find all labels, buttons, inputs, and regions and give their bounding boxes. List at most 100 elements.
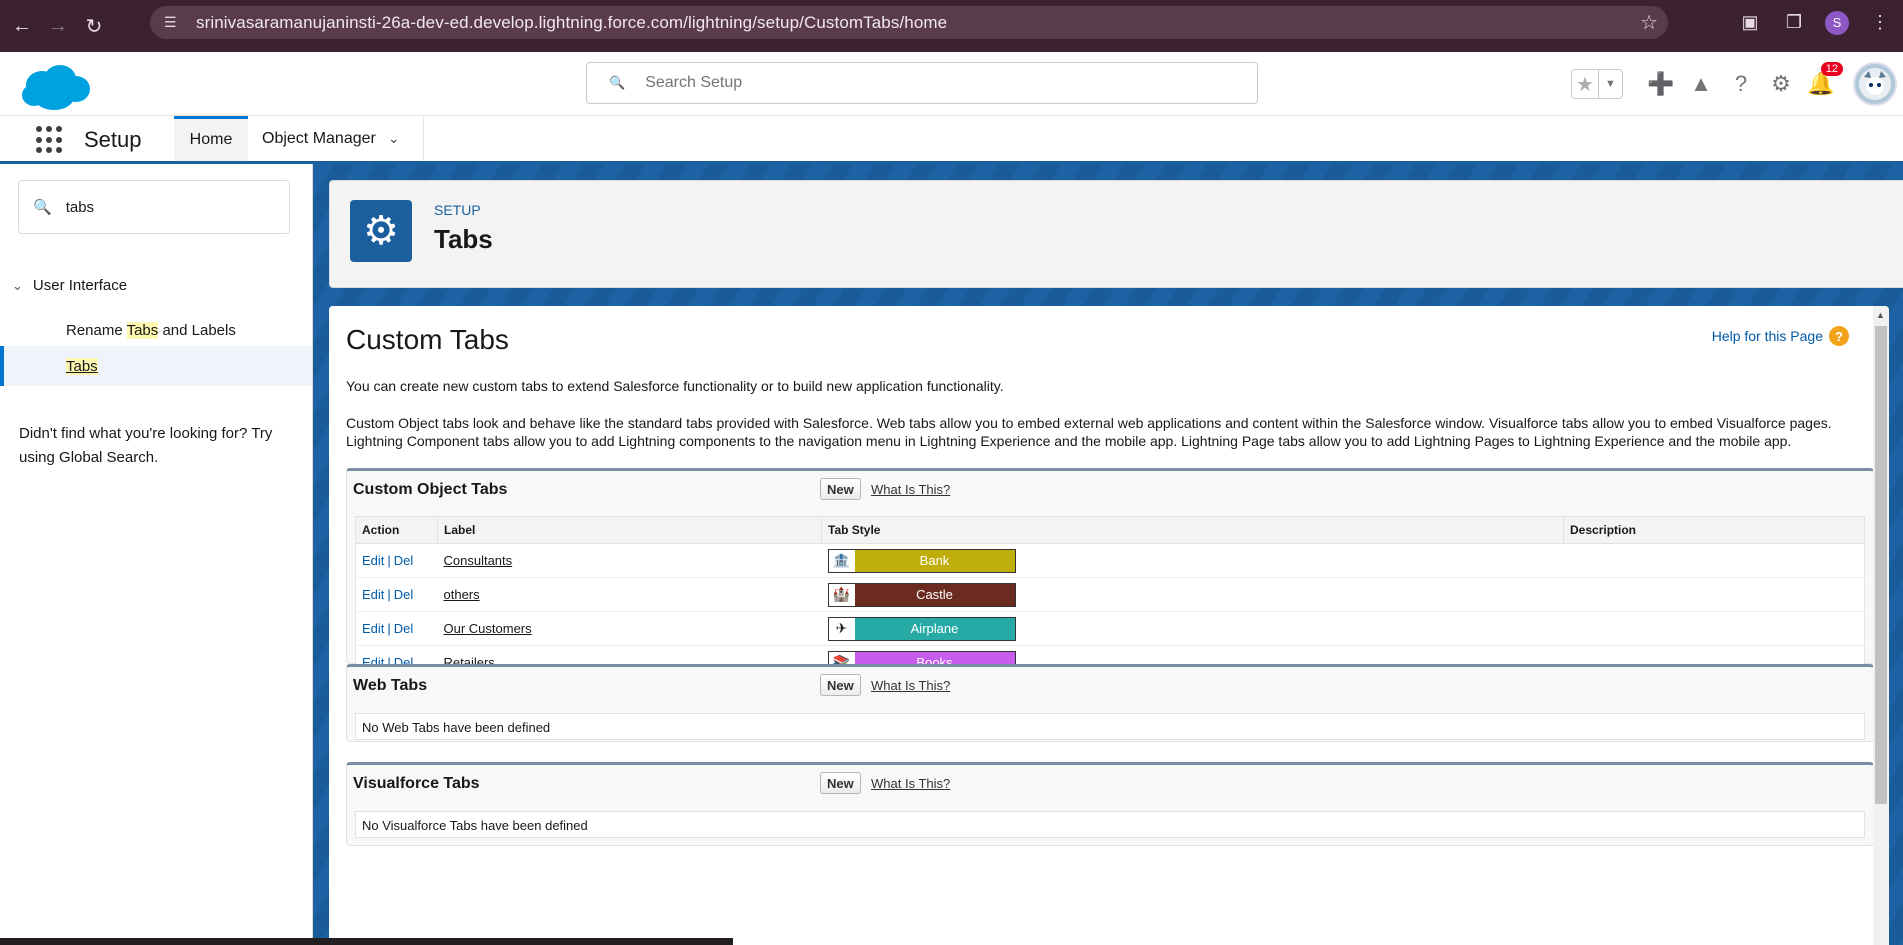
column-header: Label	[437, 516, 822, 544]
tab-style-name: Castle	[854, 583, 1015, 606]
app-navigation-bar: Setup Home Object Manager ⌄	[0, 116, 1903, 164]
tab-style-name: Bank	[854, 549, 1015, 572]
column-header: Description	[1563, 516, 1865, 544]
scroll-up-icon[interactable]: ▲	[1876, 310, 1885, 320]
tree-item-tabs[interactable]: Tabs	[0, 346, 312, 386]
setup-search-input[interactable]: 🔍 Search Setup	[586, 62, 1258, 104]
quick-find-value[interactable]: tabs	[66, 199, 94, 216]
url-text[interactable]: srinivasaramanujaninsti-26a-dev-ed.devel…	[196, 13, 947, 33]
action-cell: Edit | Del	[355, 577, 438, 612]
section-heading: Custom Object Tabs	[353, 481, 508, 498]
tab-style-name: Airplane	[854, 617, 1015, 640]
profile-avatar[interactable]: S	[1825, 10, 1849, 35]
site-settings-icon[interactable]: ☰	[164, 14, 186, 31]
new-visualforce-tab-button[interactable]: New	[820, 772, 861, 794]
section-heading: Web Tabs	[353, 677, 428, 694]
forward-icon[interactable]: →	[44, 12, 72, 40]
page-header: ⚙ SETUP Tabs	[329, 180, 1903, 288]
tab-style-swatch: 🏰 Castle	[827, 582, 1016, 607]
help-icon[interactable]: ?	[1727, 70, 1755, 98]
notification-count-badge: 12	[1820, 62, 1843, 76]
new-custom-object-tab-button[interactable]: New	[820, 478, 861, 500]
tab-object-manager[interactable]: Object Manager ⌄	[248, 116, 424, 161]
quick-find-input[interactable]: 🔍 tabs	[18, 180, 290, 234]
global-actions-icon[interactable]: ➕	[1647, 70, 1675, 98]
table-row: Edit | Del Consultants 🏦 Bank	[355, 543, 1865, 578]
address-bar[interactable]: ☰ srinivasaramanujaninsti-26a-dev-ed.dev…	[150, 6, 1668, 39]
new-web-tab-button[interactable]: New	[820, 674, 861, 696]
browser-menu-icon[interactable]: ⋮	[1867, 10, 1893, 36]
delete-link[interactable]: Del	[394, 553, 414, 568]
tree-item-label: Rename Tabs and Labels	[66, 321, 236, 339]
search-icon: 🔍	[33, 199, 52, 216]
castle-icon: 🏰	[828, 583, 855, 606]
edit-link[interactable]: Edit	[362, 587, 384, 602]
web-tabs-section: Web Tabs New What Is This? No Web Tabs h…	[346, 664, 1874, 742]
delete-link[interactable]: Del	[394, 587, 414, 602]
tab-label-link[interactable]: Consultants	[444, 553, 513, 568]
action-cell: Edit | Del	[355, 543, 438, 578]
tab-label-link[interactable]: others	[444, 587, 480, 602]
content-title: Custom Tabs	[346, 324, 509, 355]
label-cell: others	[437, 577, 822, 612]
favorites-control: ★ ▼	[1571, 69, 1623, 99]
intro-text: You can create new custom tabs to extend…	[346, 378, 1004, 394]
trailhead-icon[interactable]: ▲	[1687, 70, 1715, 98]
page-title: Tabs	[434, 224, 493, 254]
back-icon[interactable]: ←	[8, 12, 36, 40]
favorite-star-icon[interactable]: ★	[1572, 70, 1599, 98]
delete-link[interactable]: Del	[394, 621, 414, 636]
what-is-this-link[interactable]: What Is This?	[871, 678, 950, 693]
global-search-hint: Didn't find what you're looking for? Try…	[19, 425, 273, 466]
custom-tabs-frame: Custom Tabs Help for this Page ? You can…	[329, 306, 1889, 945]
breadcrumb: SETUP	[434, 202, 481, 218]
window-bottom-bar	[0, 938, 733, 945]
chevron-down-icon[interactable]: ⌄	[12, 278, 23, 294]
tab-object-manager-label: Object Manager	[262, 129, 376, 147]
airplane-icon: ✈	[828, 617, 855, 640]
separator: |	[387, 553, 391, 568]
extensions-icon[interactable]: ❐	[1781, 10, 1807, 36]
tree-section-label: User Interface	[32, 277, 128, 294]
bookmark-star-icon[interactable]: ☆	[1640, 10, 1658, 35]
salesforce-logo[interactable]	[20, 63, 92, 113]
edit-link[interactable]: Edit	[362, 621, 384, 636]
column-header: Tab Style	[821, 516, 1564, 544]
label-part: Rename	[66, 321, 127, 339]
browser-toolbar: ← → ↻ ☰ srinivasaramanujaninsti-26a-dev-…	[0, 0, 1903, 52]
help-question-icon[interactable]: ?	[1829, 326, 1849, 346]
column-header: Action	[355, 516, 438, 544]
search-highlight: Tabs	[126, 321, 159, 339]
app-launcher-icon[interactable]	[36, 126, 64, 154]
screen-cast-icon[interactable]: ▣	[1737, 10, 1763, 36]
reload-icon[interactable]: ↻	[80, 12, 108, 40]
notifications-bell-icon[interactable]: 🔔 12	[1807, 62, 1843, 98]
edit-link[interactable]: Edit	[362, 553, 384, 568]
custom-object-tabs-section: Custom Object Tabs New What Is This? Act…	[346, 468, 1874, 680]
what-is-this-link[interactable]: What Is This?	[871, 482, 950, 497]
empty-message: No Web Tabs have been defined	[355, 713, 1865, 740]
help-for-page-link[interactable]: Help for this Page ?	[1712, 326, 1849, 346]
chevron-down-icon[interactable]: ⌄	[388, 130, 400, 147]
table-row: Edit | Del others 🏰 Castle	[355, 577, 1865, 612]
help-link-label[interactable]: Help for this Page	[1712, 328, 1823, 344]
tab-home[interactable]: Home	[174, 116, 248, 161]
bank-icon: 🏦	[828, 549, 855, 572]
vertical-scrollbar[interactable]: ▲	[1873, 306, 1889, 945]
search-placeholder: Search Setup	[645, 74, 743, 91]
scrollbar-thumb[interactable]	[1875, 326, 1887, 804]
description-cell	[1563, 611, 1865, 646]
tab-label-link[interactable]: Our Customers	[444, 621, 532, 636]
label-part: and Labels	[158, 321, 236, 339]
setup-gear-icon[interactable]: ⚙	[1767, 70, 1795, 98]
main-content-area: ⚙ SETUP Tabs Custom Tabs Help for this P…	[313, 164, 1903, 945]
tree-section-user-interface[interactable]: ⌄ User Interface	[12, 277, 127, 294]
global-header: 🔍 Search Setup ★ ▼ ➕ ▲ ? ⚙ 🔔 12	[0, 52, 1903, 116]
separator: |	[387, 621, 391, 636]
custom-object-tabs-table: Action Label Tab Style Description Edit |…	[355, 516, 1865, 680]
user-avatar[interactable]	[1853, 62, 1897, 106]
favorites-dropdown-icon[interactable]: ▼	[1599, 70, 1622, 98]
what-is-this-link[interactable]: What Is This?	[871, 776, 950, 791]
visualforce-tabs-section: Visualforce Tabs New What Is This? No Vi…	[346, 762, 1874, 846]
tree-item-rename-tabs[interactable]: Rename Tabs and Labels	[0, 310, 312, 350]
